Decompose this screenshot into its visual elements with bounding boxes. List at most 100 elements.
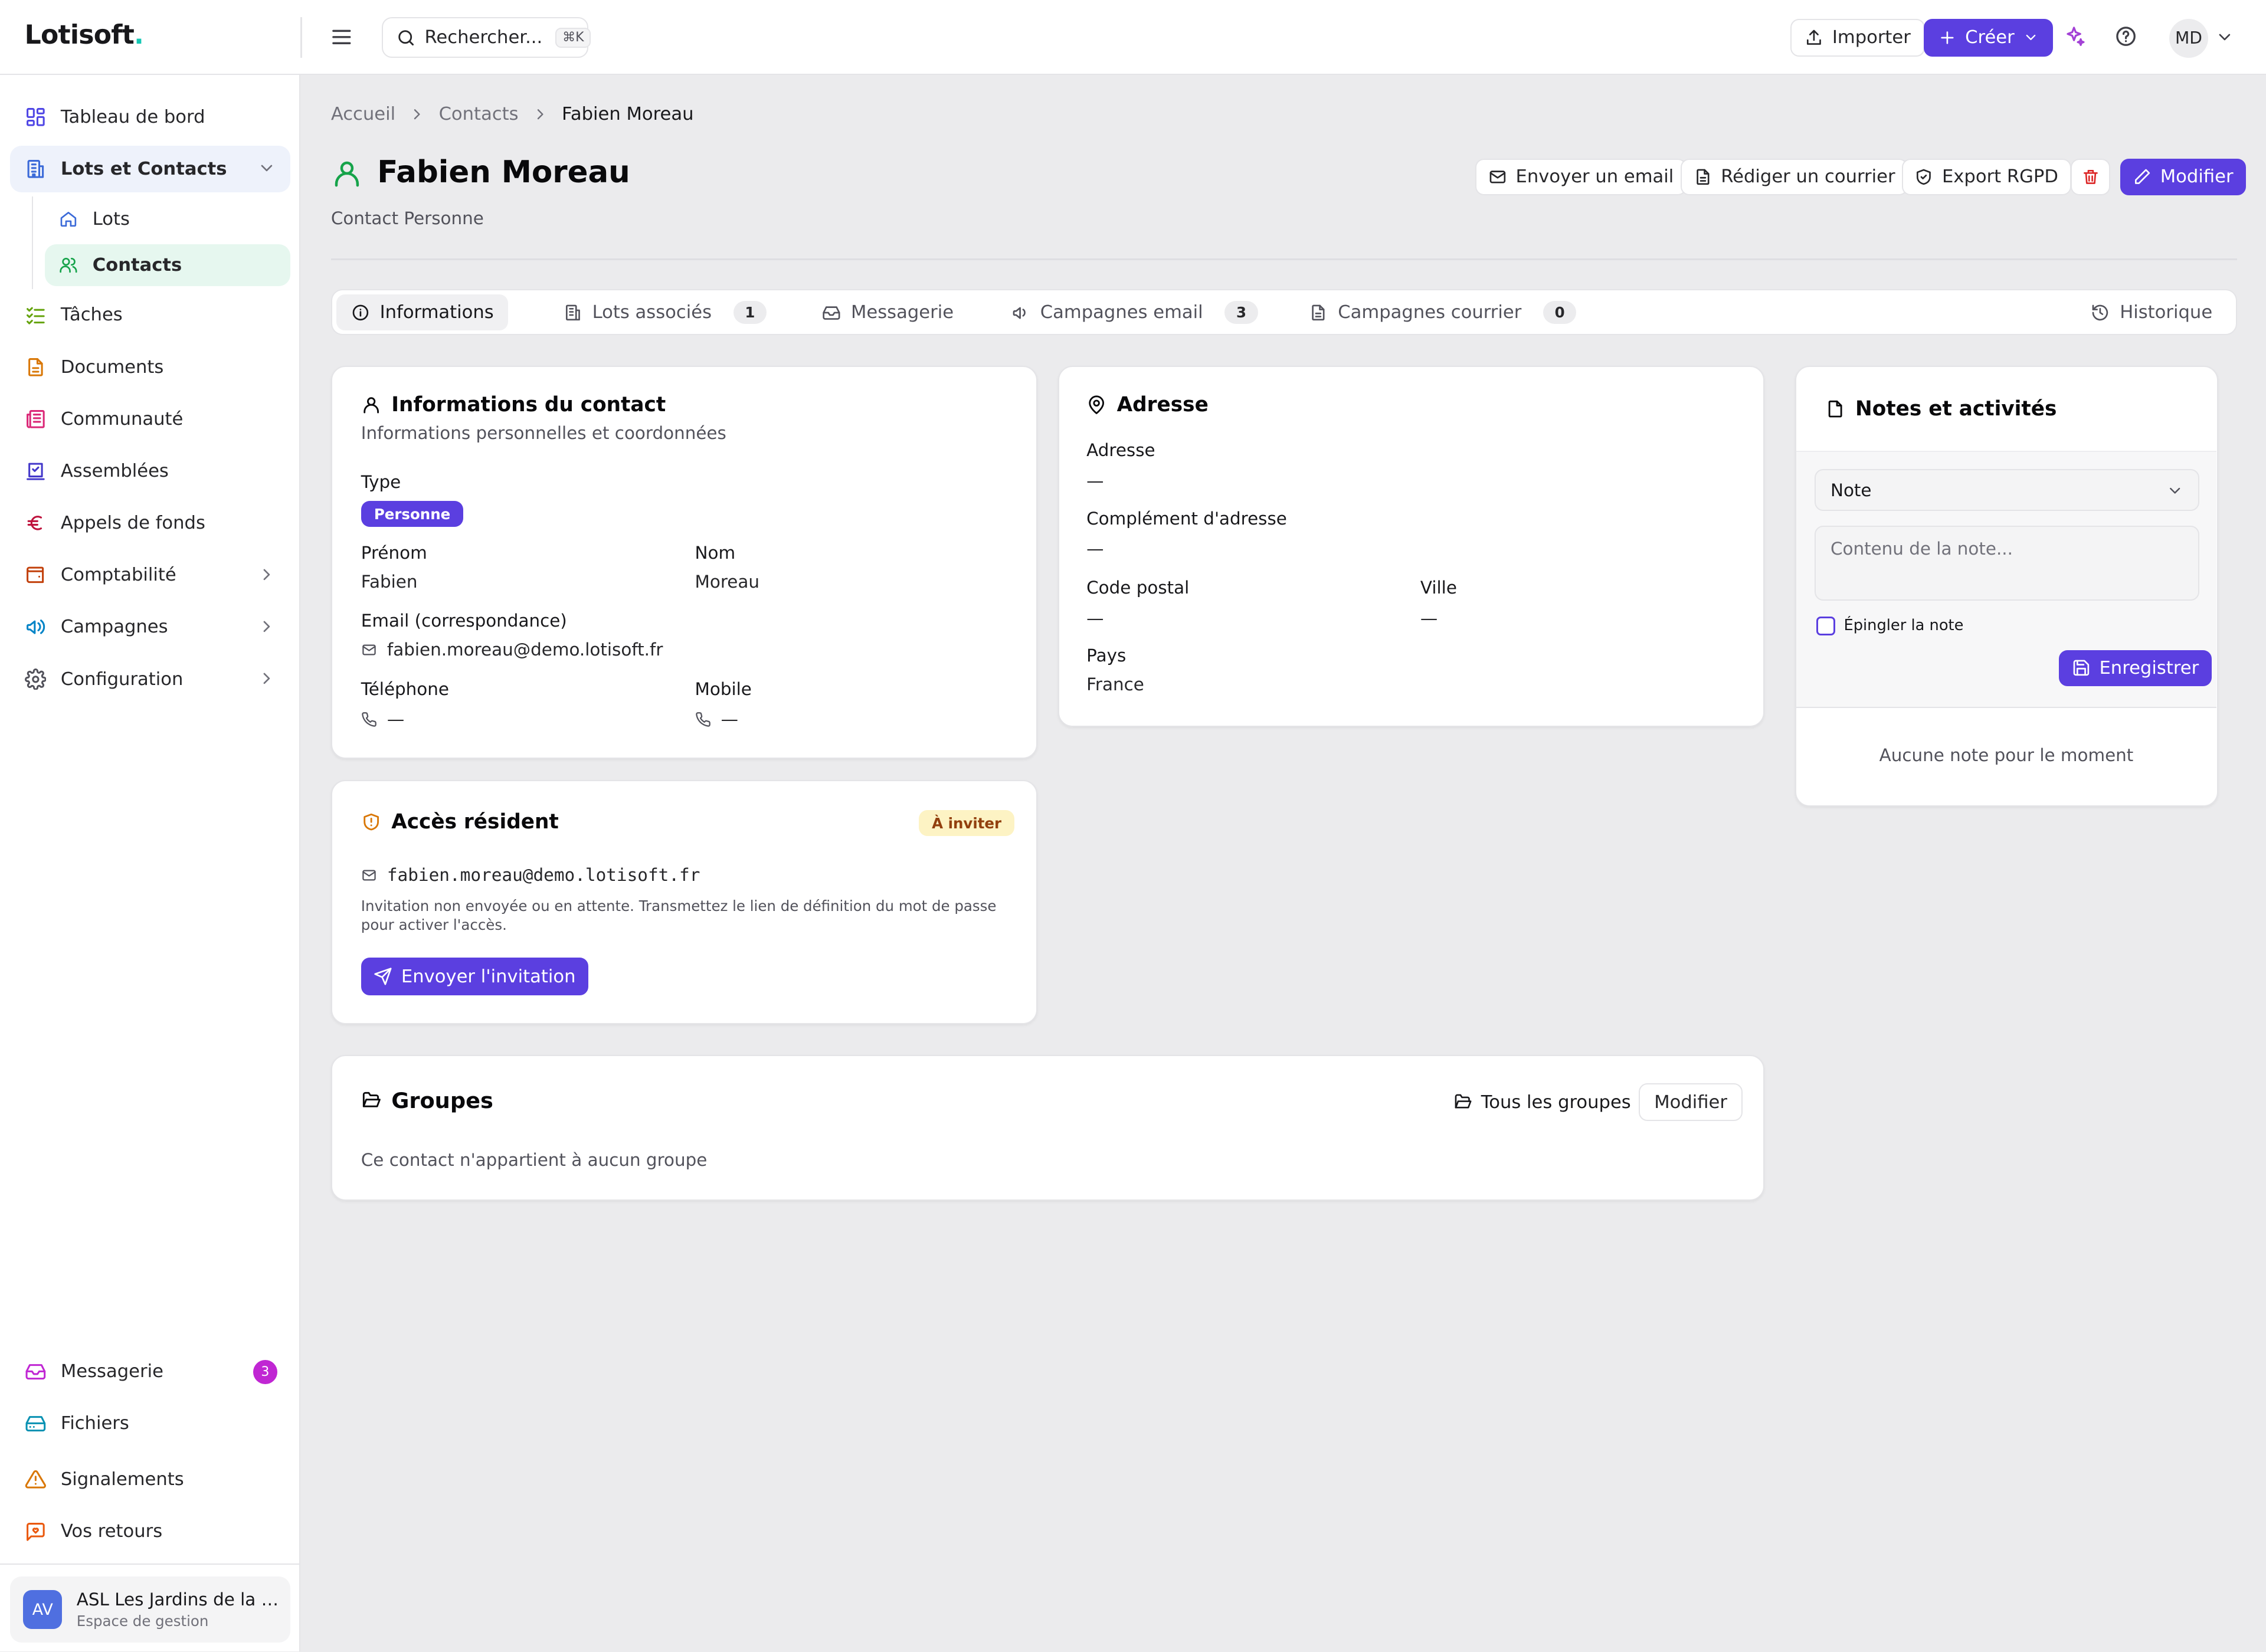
sidebar-item-label: Configuration <box>60 668 184 690</box>
save-note-button[interactable]: Enregistrer <box>2059 650 2212 686</box>
create-button[interactable]: Créer <box>1923 18 2054 57</box>
sidebar-item-messaging[interactable]: Messagerie <box>10 1348 290 1394</box>
chevron-down-icon <box>2166 482 2183 499</box>
pin-note-checkbox[interactable] <box>1816 617 1835 636</box>
upload-icon <box>1805 28 1823 47</box>
sidebar-item-campaigns[interactable]: Campagnes <box>10 604 290 650</box>
page-title: Fabien Moreau <box>377 155 630 191</box>
card-title: Accès résident <box>361 810 559 834</box>
city-label: Ville <box>1420 578 1457 598</box>
sidebar-item-dashboard[interactable]: Tableau de bord <box>10 94 290 140</box>
notes-card: Notes et activités Note Contenu de la no… <box>1795 365 2219 807</box>
resident-email: fabien.moreau@demo.lotisoft.fr <box>361 865 700 885</box>
sidebar-item-tasks[interactable]: Tâches <box>10 292 290 338</box>
write-letter-button[interactable]: Rédiger un courrier <box>1681 159 1908 195</box>
mail-icon <box>361 642 377 658</box>
sparkles-icon[interactable] <box>2062 25 2085 48</box>
sidebar-item-contacts[interactable]: Contacts <box>44 244 291 286</box>
search-label: Rechercher... <box>424 27 543 48</box>
edit-button[interactable]: Modifier <box>2120 159 2247 195</box>
type-badge: Personne <box>361 501 464 527</box>
search-button[interactable]: Rechercher... ⌘K <box>381 17 591 58</box>
firstname-label: Prénom <box>361 543 427 563</box>
tab-informations[interactable]: Informations <box>336 294 509 331</box>
sidebar-item-files[interactable]: Fichiers <box>10 1400 290 1446</box>
city-value: — <box>1420 608 1438 628</box>
page-subtitle: Contact Personne <box>330 208 484 228</box>
chevron-down-icon <box>2023 30 2039 45</box>
edit-groups-button[interactable]: Modifier <box>1638 1083 1743 1121</box>
tab-count-badge: 1 <box>733 301 767 324</box>
import-button[interactable]: Importer <box>1790 18 1925 57</box>
country-label: Pays <box>1086 645 1127 666</box>
breadcrumb-current: Fabien Moreau <box>562 104 694 125</box>
card-title: Informations du contact <box>361 393 666 417</box>
sidebar-item-configuration[interactable]: Configuration <box>10 656 290 702</box>
tab-label: Messagerie <box>850 302 954 323</box>
all-groups-link[interactable]: Tous les groupes <box>1453 1083 1631 1121</box>
tab-email-campaigns[interactable]: Campagnes email 3 <box>997 294 1272 330</box>
send-invitation-button[interactable]: Envoyer l'invitation <box>361 958 589 995</box>
sidebar-item-reports[interactable]: Signalements <box>10 1457 290 1503</box>
sidebar-item-label: Lots <box>92 208 130 230</box>
vote-icon <box>25 460 47 482</box>
sidebar-item-label: Signalements <box>60 1469 184 1490</box>
sidebar-item-feedback[interactable]: Vos retours <box>10 1509 290 1555</box>
sidebar-item-label: Contacts <box>92 254 182 276</box>
messaging-count-badge: 3 <box>253 1359 278 1385</box>
tab-history[interactable]: Historique <box>2077 294 2227 330</box>
sidebar-item-community[interactable]: Communauté <box>10 396 290 442</box>
email-value[interactable]: fabien.moreau@demo.lotisoft.fr <box>361 640 663 660</box>
app-logo[interactable]: Lotisoft. <box>25 20 144 50</box>
tab-lots[interactable]: Lots associés 1 <box>549 294 781 330</box>
breadcrumb-item[interactable]: Contacts <box>439 104 519 124</box>
user-avatar[interactable]: MD <box>2169 18 2209 58</box>
sidebar-item-calls-for-funds[interactable]: Appels de fonds <box>10 500 290 546</box>
note-content-textarea[interactable]: Contenu de la note... <box>1815 525 2199 601</box>
organization-avatar: AV <box>23 1590 63 1630</box>
complement-label: Complément d'adresse <box>1086 508 1287 529</box>
sidebar-item-documents[interactable]: Documents <box>10 344 290 390</box>
breadcrumb: Accueil Contacts Fabien Moreau <box>331 104 694 124</box>
note-type-select[interactable]: Note <box>1815 469 2199 512</box>
divider <box>300 17 302 58</box>
import-label: Importer <box>1832 27 1911 48</box>
address-label: Adresse <box>1086 440 1155 461</box>
sidebar-item-accounting[interactable]: Comptabilité <box>10 552 290 598</box>
euro-icon <box>25 512 47 534</box>
sidebar-item-assemblies[interactable]: Assemblées <box>10 448 290 494</box>
invitation-note: Invitation non envoyée ou en attente. Tr… <box>361 897 997 934</box>
sidebar-item-lots-contacts[interactable]: Lots et Contacts <box>10 146 291 192</box>
export-rgpd-button[interactable]: Export RGPD <box>1901 159 2071 195</box>
top-bar: Lotisoft. Rechercher... ⌘K Importer Crée… <box>0 0 2266 76</box>
organization-switcher[interactable]: AV ASL Les Jardins de la Vallée Espace d… <box>10 1576 291 1643</box>
type-label: Type <box>361 472 401 493</box>
sidebar-item-label: Tâches <box>60 304 123 326</box>
tab-label: Campagnes courrier <box>1338 302 1522 323</box>
phone-icon <box>361 712 377 727</box>
help-icon[interactable] <box>2114 25 2137 48</box>
mobile-label: Mobile <box>695 678 752 699</box>
pin-note-label: Épingler la note <box>1843 617 1964 635</box>
warning-icon <box>25 1469 47 1490</box>
menu-toggle-icon[interactable] <box>329 25 355 51</box>
megaphone-icon <box>25 616 47 638</box>
search-shortcut: ⌘K <box>555 27 591 48</box>
divider <box>0 1563 301 1565</box>
send-email-button[interactable]: Envoyer un email <box>1475 159 1687 195</box>
folder-open-icon <box>1453 1093 1472 1112</box>
tab-count-badge: 3 <box>1224 301 1258 324</box>
sidebar-item-label: Assemblées <box>60 460 169 481</box>
hard-drive-icon <box>25 1412 47 1434</box>
firstname-value: Fabien <box>361 572 418 592</box>
empty-groups-message: Ce contact n'appartient à aucun groupe <box>361 1149 708 1170</box>
address-card: Adresse Adresse — Complément d'adresse —… <box>1057 365 1765 727</box>
chevron-down-icon[interactable] <box>2215 28 2234 47</box>
tab-letter-campaigns[interactable]: Campagnes courrier 0 <box>1295 294 1591 330</box>
sidebar-item-lots[interactable]: Lots <box>45 198 290 240</box>
breadcrumb-item[interactable]: Accueil <box>331 104 395 124</box>
delete-button[interactable] <box>2071 159 2110 195</box>
tab-messaging[interactable]: Messagerie <box>808 294 968 330</box>
shield-check-icon <box>1914 168 1933 186</box>
info-icon <box>351 303 370 322</box>
